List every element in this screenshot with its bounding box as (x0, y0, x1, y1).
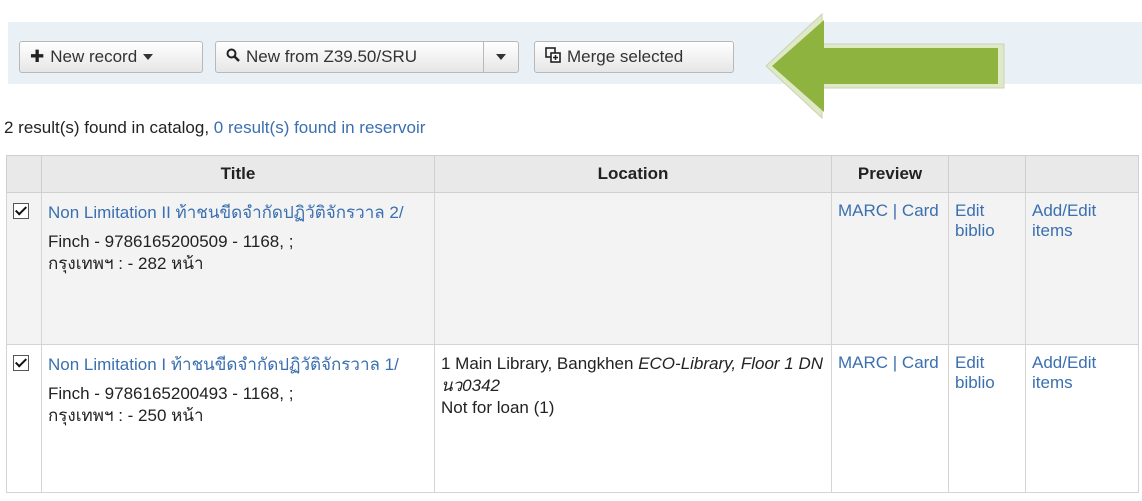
new-from-z3950-label: New from Z39.50/SRU (246, 47, 417, 66)
preview-cell: MARC | Card (831, 192, 949, 345)
header-items (1025, 155, 1139, 193)
record-title-link[interactable]: Non Limitation II ท้าชนขีดจำกัดปฏิวัติจั… (48, 201, 428, 225)
edit-cell: Edit biblio (948, 192, 1026, 345)
new-from-z3950-button[interactable]: New from Z39.50/SRU (215, 41, 484, 73)
title-cell: Non Limitation II ท้าชนขีดจำกัดปฏิวัติจั… (41, 192, 435, 345)
table-row: Non Limitation I ท้าชนขีดจำกัดปฏิวัติจัก… (6, 344, 1139, 493)
results-table: Title Location Preview Non Limitation II… (6, 155, 1139, 493)
record-meta-line: Finch - 9786165200509 - 1168, ; (48, 232, 294, 251)
preview-cell: MARC | Card (831, 344, 949, 493)
edit-biblio-link[interactable]: Edit biblio (955, 201, 995, 240)
row-checkbox[interactable] (13, 355, 29, 371)
items-cell: Add/Edit items (1025, 192, 1139, 345)
merge-selected-label: Merge selected (567, 47, 684, 66)
record-publisher-line: กรุงเทพฯ : - 250 หน้า (48, 406, 204, 425)
record-meta-line: Finch - 9786165200493 - 1168, ; (48, 384, 294, 403)
header-edit (948, 155, 1026, 193)
merge-icon (545, 46, 561, 68)
marc-card-preview-link[interactable]: MARC | Card (838, 201, 939, 220)
results-summary: 2 result(s) found in catalog, 0 result(s… (4, 118, 425, 138)
record-title-link[interactable]: Non Limitation I ท้าชนขีดจำกัดปฏิวัติจัก… (48, 353, 428, 377)
merge-selected-button[interactable]: Merge selected (534, 41, 734, 73)
reservoir-results-link[interactable]: 0 result(s) found in reservoir (214, 118, 426, 137)
header-title[interactable]: Title (41, 155, 435, 193)
edit-cell: Edit biblio (948, 344, 1026, 493)
search-icon (226, 47, 240, 67)
chevron-down-icon (143, 54, 154, 60)
record-publisher-line: กรุงเทพฯ : - 282 หน้า (48, 254, 204, 273)
select-cell (6, 344, 42, 493)
location-cell: 1 Main Library, Bangkhen ECO-Library, Fl… (434, 344, 832, 493)
location-main: 1 Main Library, Bangkhen (441, 354, 639, 373)
chevron-down-icon (496, 54, 506, 60)
new-record-label: New record (50, 47, 138, 66)
z3950-dropdown-toggle[interactable] (483, 41, 519, 73)
catalog-count-text: 2 result(s) found in catalog, (4, 118, 214, 137)
plus-icon: ✚ (30, 47, 45, 66)
add-edit-items-link[interactable]: Add/Edit items (1032, 201, 1096, 240)
header-preview: Preview (831, 155, 949, 193)
title-cell: Non Limitation I ท้าชนขีดจำกัดปฏิวัติจัก… (41, 344, 435, 493)
header-select (6, 155, 42, 193)
row-checkbox[interactable] (13, 203, 29, 219)
select-cell (6, 192, 42, 345)
location-status: Not for loan (1) (441, 398, 555, 417)
edit-biblio-link[interactable]: Edit biblio (955, 353, 995, 392)
marc-card-preview-link[interactable]: MARC | Card (838, 353, 939, 372)
new-record-button[interactable]: ✚ New record (19, 41, 203, 73)
annotation-arrow-icon (765, 12, 1005, 120)
table-header-row: Title Location Preview (6, 155, 1139, 193)
table-row: Non Limitation II ท้าชนขีดจำกัดปฏิวัติจั… (6, 192, 1139, 345)
items-cell: Add/Edit items (1025, 344, 1139, 493)
add-edit-items-link[interactable]: Add/Edit items (1032, 353, 1096, 392)
location-cell (434, 192, 832, 345)
header-location[interactable]: Location (434, 155, 832, 193)
